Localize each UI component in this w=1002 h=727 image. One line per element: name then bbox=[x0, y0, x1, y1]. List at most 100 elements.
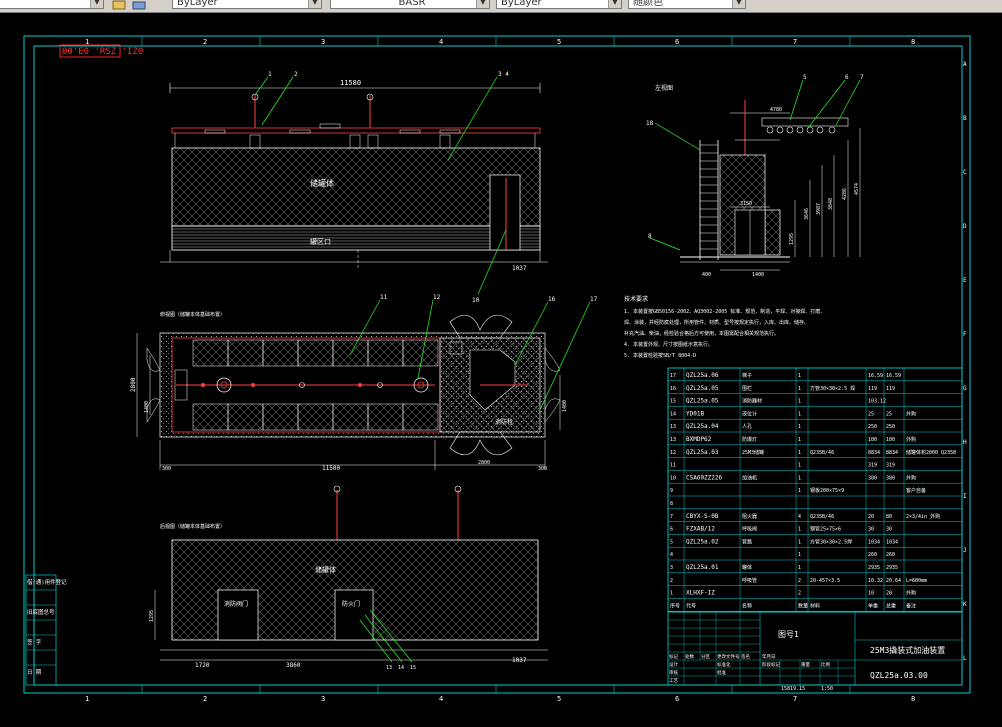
bom-row[interactable]: 4 1 260 260 bbox=[670, 552, 895, 558]
plan-cell bbox=[297, 339, 334, 367]
bom-cell-no: 13 bbox=[670, 437, 676, 443]
bom-cell-code: CSA60ZZ226 bbox=[686, 474, 723, 481]
notes-line: 1. 本装置按GB50156-2002、AQ3002-2005 标准、规范、制造… bbox=[624, 308, 825, 315]
bom-cell-code: YD01B bbox=[686, 410, 704, 417]
bom-cell-no: 17 bbox=[670, 373, 676, 379]
plan-cell bbox=[402, 403, 439, 431]
revision-stamp: 00'E0 'RSZ 'IZ0 bbox=[59, 44, 143, 58]
grid-number-top: 6 bbox=[675, 38, 679, 46]
bom-row[interactable]: 17 QZL25a.06 梯子 1 16.59 16.59 bbox=[670, 372, 901, 379]
layer-icon[interactable] bbox=[112, 0, 126, 10]
bom-row[interactable]: 13 BXMDP62 防爆灯 1 100 100 外购 bbox=[670, 436, 916, 443]
bom-cell-no: 7 bbox=[670, 514, 673, 520]
plan-cell bbox=[367, 403, 404, 431]
bom-header: 序号 bbox=[670, 602, 680, 609]
bom-row[interactable]: 3 QZL25a.01 罐体 1 2935 2935 bbox=[670, 564, 898, 571]
bom-cell-code: XLHXF-IZ bbox=[686, 590, 715, 597]
side-dim: 3150 bbox=[740, 201, 752, 207]
bom-cell-name: 管路 bbox=[742, 538, 752, 545]
front-view[interactable]: 11580 1037 储罐体 罐区口 1 2 3 4 10 bbox=[160, 71, 548, 304]
bom-cell-material: 钢板200×75×9 bbox=[810, 487, 844, 494]
bom-row[interactable]: 16 QZL25a.05 围栏 1 方管30×30×2.5 焊 119 119 bbox=[670, 385, 895, 392]
bom-row[interactable]: 13 QZL25a.04 人孔 1 250 250 bbox=[670, 423, 895, 430]
technical-notes: 技术要求 1. 本装置按GB50156-2002、AQ3002-2005 标准、… bbox=[624, 295, 825, 359]
plan-label: 消防栓 bbox=[495, 418, 513, 426]
side-view[interactable]: 左视图 4780 3150 1400 400 1295 3646 3987 38… bbox=[646, 74, 864, 278]
bom-header: 备注 bbox=[906, 602, 916, 609]
rear-door-right: 防火门 bbox=[342, 600, 360, 608]
bom-cell-note: 储罐体积2000 Q235B bbox=[906, 449, 956, 456]
callout-label: 13 bbox=[386, 665, 392, 671]
chevron-down-icon[interactable]: ▼ bbox=[476, 0, 489, 8]
chevron-down-icon[interactable]: ▼ bbox=[732, 0, 745, 8]
bom-cell-qty: 2 bbox=[798, 578, 801, 584]
bom-cell-code: QZL25a.03 bbox=[686, 449, 719, 456]
color-combo[interactable]: 随颜色 ▼ bbox=[628, 0, 746, 9]
chevron-down-icon[interactable]: ▼ bbox=[608, 0, 621, 8]
bom-row[interactable]: 5 QZL25a.02 管路 1 方管30×30×2.5焊 1034 1034 bbox=[670, 538, 898, 545]
bom-cell-unit: 319 bbox=[868, 463, 877, 469]
strip-label: 日 期 bbox=[27, 669, 42, 676]
notes-line: 补充汽油、柴油，经检验合格后方可使用，本图需配合相关规范执行。 bbox=[624, 330, 779, 337]
callout-label: 2 bbox=[294, 71, 298, 78]
callout-label: 18 bbox=[646, 120, 654, 127]
bom-cell-qty: 1 bbox=[798, 399, 801, 405]
bill-of-materials[interactable]: 17 QZL25a.06 梯子 1 16.59 16.5916 QZL25a.05 围栏 1 方管… bbox=[667, 367, 963, 613]
bom-header: 材料 bbox=[810, 602, 820, 609]
grid-number-bottom: 2 bbox=[203, 695, 207, 703]
bom-cell-no: 8 bbox=[670, 501, 673, 507]
bom-cell-no: 2 bbox=[670, 578, 673, 584]
strip-label: 旧底图总号 bbox=[27, 608, 55, 616]
strip-label: 借(通)用件登记 bbox=[27, 578, 67, 586]
bom-row[interactable]: 8 bbox=[670, 501, 673, 507]
bom-cell-code: QZL25a.06 bbox=[686, 372, 719, 379]
bom-cell-unit: 2935 bbox=[868, 565, 880, 571]
plan-view[interactable]: 俯视图（储罐本体基础布置） 消防栓 2800 1400 11500 2800 3… bbox=[130, 294, 598, 472]
bom-row[interactable]: 10 CSA60ZZ226 加油机 1 380 380 外购 bbox=[670, 474, 916, 481]
drawing-canvas[interactable]: 12345678 12345678 ABCDEFGHIJKL 00'E0 'RS… bbox=[0, 12, 1002, 727]
front-right-dim: 1037 bbox=[512, 265, 527, 272]
plan-dim: 1400 bbox=[144, 401, 150, 413]
bom-row[interactable]: 9 1 钢板200×75×9 客户自备 bbox=[670, 487, 926, 494]
bom-cell-total: 16.59 bbox=[886, 373, 901, 379]
bom-row[interactable]: 15 QZL25a.05 消防器材 1 103.12 bbox=[670, 398, 886, 405]
chevron-down-icon[interactable]: ▼ bbox=[90, 0, 103, 8]
bom-cell-note: 2×3/4in 外购 bbox=[906, 513, 940, 520]
bom-row[interactable]: 7 CBYX-S-0B 阻火器 4 Q235B/46 20 80 2×3/4in 外购 bbox=[670, 513, 940, 520]
chevron-down-icon[interactable]: ▼ bbox=[308, 0, 321, 8]
tb-extra: 批准 bbox=[717, 669, 726, 676]
bom-row[interactable]: 6 FZXAB/12 呼吸阀 1 钢管25×75×6 30 30 bbox=[670, 526, 892, 533]
bom-row[interactable]: 2 呼吸管 2 20-457×3.5 10.32 20.64 L=600mm bbox=[670, 577, 927, 584]
bom-cell-qty: 1 bbox=[798, 565, 801, 571]
bom-row[interactable]: 11 1 319 319 bbox=[670, 463, 895, 469]
bom-cell-no: 1 bbox=[670, 591, 673, 597]
front-label-lower: 罐区口 bbox=[310, 237, 331, 246]
bom-row[interactable]: 1 XLHXF-IZ 2 10 20 外购 bbox=[670, 590, 916, 597]
bom-cell-total: 20.64 bbox=[886, 578, 901, 584]
tb-extra: 标准化 bbox=[717, 661, 731, 668]
bom-cell-unit: 30 bbox=[868, 527, 874, 533]
bom-cell-no: 3 bbox=[670, 565, 673, 571]
bom-cell-no: 15 bbox=[670, 399, 676, 405]
linetype-combo[interactable]: ByLayer ▼ bbox=[172, 0, 322, 9]
bom-cell-name: 呼吸阀 bbox=[742, 526, 757, 533]
notes-line: 5. 本装置检验按SB/T 8004-D bbox=[624, 352, 696, 359]
rear-view[interactable]: 后视图（储罐本体基础布置） 储罐体 消防阀门 防火门 1295 1720 386… bbox=[149, 485, 548, 671]
layer-states-icon[interactable] bbox=[132, 0, 146, 10]
layer-combo[interactable]: ▼ bbox=[0, 0, 104, 9]
bom-cell-name: 加油机 bbox=[742, 474, 757, 481]
lineweight-combo[interactable]: ByLayer ▼ bbox=[496, 0, 622, 9]
bom-row[interactable]: 14 YD01B 液位计 1 25 25 外购 bbox=[670, 410, 916, 417]
grid-letter: L bbox=[963, 655, 967, 662]
bom-cell-name: 梯子 bbox=[742, 372, 752, 379]
linestyle-combo[interactable]: BASR ▼ bbox=[330, 0, 490, 9]
plan-dim: 11500 bbox=[322, 465, 340, 472]
callout-label: 15 bbox=[410, 665, 416, 671]
plan-cell bbox=[367, 339, 404, 367]
bom-row[interactable]: 12 QZL25a.03 25M3储罐 1 Q235B/46 8834 8834 储罐体积20… bbox=[670, 449, 956, 456]
bom-cell-total: 20 bbox=[886, 591, 892, 597]
title-block[interactable]: 标记 处数 分区 更改文件号 签名 年月日 设计 审核 工艺 标准化 批准 阶段… bbox=[667, 611, 963, 692]
plan-dim: 300 bbox=[538, 466, 547, 472]
side-dim: 4780 bbox=[770, 107, 782, 113]
bom-cell-total: 1034 bbox=[886, 539, 898, 545]
